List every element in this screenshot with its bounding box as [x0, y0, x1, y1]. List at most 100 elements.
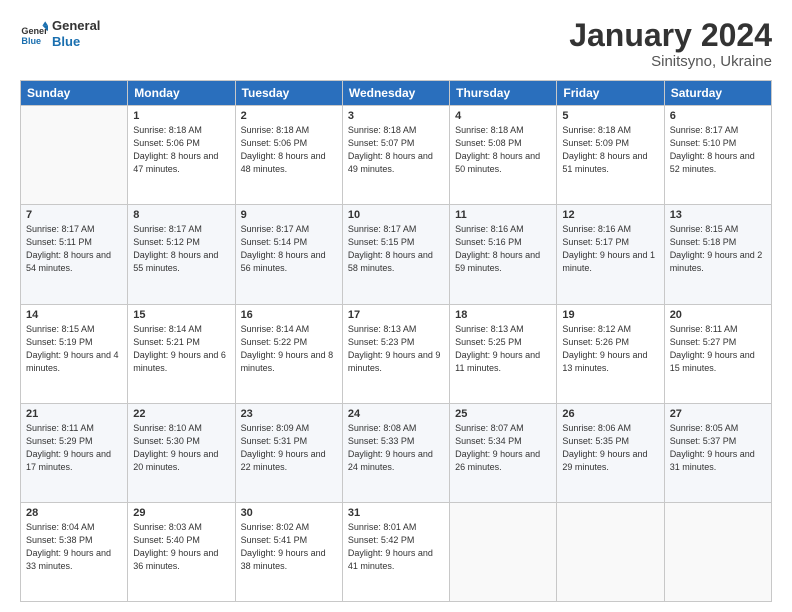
day-number: 21 [26, 408, 122, 420]
week-row-5: 28Sunrise: 8:04 AMSunset: 5:38 PMDayligh… [21, 502, 772, 601]
logo: General Blue General Blue [20, 18, 100, 49]
day-info: Sunrise: 8:02 AMSunset: 5:41 PMDaylight:… [241, 522, 326, 571]
col-header-friday: Friday [557, 81, 664, 106]
day-number: 28 [26, 507, 122, 519]
title-block: January 2024 Sinitsyno, Ukraine [569, 18, 772, 70]
calendar-cell: 22Sunrise: 8:10 AMSunset: 5:30 PMDayligh… [128, 403, 235, 502]
calendar-cell: 6 Sunrise: 8:17 AMSunset: 5:10 PMDaylight… [664, 106, 771, 205]
logo-general-text: General [52, 18, 100, 34]
day-info: Sunrise: 8:17 AMSunset: 5:10 PMDaylight:… [670, 125, 755, 174]
header: General Blue General Blue January 2024 S… [20, 18, 772, 70]
day-number: 31 [348, 507, 444, 519]
day-number: 22 [133, 408, 229, 420]
day-info: Sunrise: 8:18 AMSunset: 5:06 PMDaylight:… [133, 125, 218, 174]
calendar-cell: 23 Sunrise: 8:09 AMSunset: 5:31 PMDayligh… [235, 403, 342, 502]
day-info: Sunrise: 8:17 AMSunset: 5:15 PMDaylight:… [348, 224, 433, 273]
calendar-cell: 10 Sunrise: 8:17 AMSunset: 5:15 PMDayligh… [342, 205, 449, 304]
day-number: 16 [241, 309, 337, 321]
col-header-sunday: Sunday [21, 81, 128, 106]
day-number: 4 [455, 110, 551, 122]
day-number: 30 [241, 507, 337, 519]
day-number: 24 [348, 408, 444, 420]
day-info: Sunrise: 8:12 AMSunset: 5:26 PMDaylight:… [562, 324, 647, 373]
calendar-cell: 17Sunrise: 8:13 AMSunset: 5:23 PMDayligh… [342, 304, 449, 403]
day-info: Sunrise: 8:16 AMSunset: 5:16 PMDaylight:… [455, 224, 540, 273]
calendar-cell: 18Sunrise: 8:13 AMSunset: 5:25 PMDayligh… [450, 304, 557, 403]
calendar-cell: 1 Sunrise: 8:18 AMSunset: 5:06 PMDaylight… [128, 106, 235, 205]
day-number: 15 [133, 309, 229, 321]
day-number: 23 [241, 408, 337, 420]
day-number: 10 [348, 209, 444, 221]
week-row-3: 14Sunrise: 8:15 AMSunset: 5:19 PMDayligh… [21, 304, 772, 403]
calendar-cell: 27Sunrise: 8:05 AMSunset: 5:37 PMDayligh… [664, 403, 771, 502]
calendar-cell: 5Sunrise: 8:18 AMSunset: 5:09 PMDaylight… [557, 106, 664, 205]
calendar-cell: 31 Sunrise: 8:01 AMSunset: 5:42 PMDayligh… [342, 502, 449, 601]
day-number: 9 [241, 209, 337, 221]
calendar-cell: 8 Sunrise: 8:17 AMSunset: 5:12 PMDaylight… [128, 205, 235, 304]
calendar-cell: 9 Sunrise: 8:17 AMSunset: 5:14 PMDaylight… [235, 205, 342, 304]
day-info: Sunrise: 8:18 AMSunset: 5:08 PMDaylight:… [455, 125, 540, 174]
calendar-cell: 16 Sunrise: 8:14 AMSunset: 5:22 PMDayligh… [235, 304, 342, 403]
day-info: Sunrise: 8:16 AMSunset: 5:17 PMDaylight:… [562, 224, 655, 273]
day-number: 12 [562, 209, 658, 221]
day-info: Sunrise: 8:01 AMSunset: 5:42 PMDaylight:… [348, 522, 433, 571]
day-number: 8 [133, 209, 229, 221]
day-info: Sunrise: 8:17 AMSunset: 5:11 PMDaylight:… [26, 224, 111, 273]
day-info: Sunrise: 8:18 AMSunset: 5:07 PMDaylight:… [348, 125, 433, 174]
calendar-cell: 15 Sunrise: 8:14 AMSunset: 5:21 PMDayligh… [128, 304, 235, 403]
day-info: Sunrise: 8:11 AMSunset: 5:29 PMDaylight:… [26, 423, 111, 472]
day-info: Sunrise: 8:17 AMSunset: 5:14 PMDaylight:… [241, 224, 326, 273]
day-info: Sunrise: 8:11 AMSunset: 5:27 PMDaylight:… [670, 324, 755, 373]
calendar-cell: 7Sunrise: 8:17 AMSunset: 5:11 PMDaylight… [21, 205, 128, 304]
calendar-cell: 3Sunrise: 8:18 AMSunset: 5:07 PMDaylight… [342, 106, 449, 205]
main-title: January 2024 [569, 18, 772, 53]
svg-text:Blue: Blue [21, 35, 41, 45]
col-header-saturday: Saturday [664, 81, 771, 106]
day-number: 6 [670, 110, 766, 122]
day-info: Sunrise: 8:17 AMSunset: 5:12 PMDaylight:… [133, 224, 218, 273]
calendar-cell: 19Sunrise: 8:12 AMSunset: 5:26 PMDayligh… [557, 304, 664, 403]
day-info: Sunrise: 8:03 AMSunset: 5:40 PMDaylight:… [133, 522, 218, 571]
calendar-cell: 30 Sunrise: 8:02 AMSunset: 5:41 PMDayligh… [235, 502, 342, 601]
week-row-1: 1 Sunrise: 8:18 AMSunset: 5:06 PMDaylight… [21, 106, 772, 205]
calendar-cell: 4 Sunrise: 8:18 AMSunset: 5:08 PMDaylight… [450, 106, 557, 205]
day-info: Sunrise: 8:14 AMSunset: 5:21 PMDaylight:… [133, 324, 226, 373]
calendar-cell [664, 502, 771, 601]
day-number: 29 [133, 507, 229, 519]
calendar-cell: 14Sunrise: 8:15 AMSunset: 5:19 PMDayligh… [21, 304, 128, 403]
week-row-4: 21 Sunrise: 8:11 AMSunset: 5:29 PMDayligh… [21, 403, 772, 502]
day-info: Sunrise: 8:09 AMSunset: 5:31 PMDaylight:… [241, 423, 326, 472]
day-number: 26 [562, 408, 658, 420]
day-number: 25 [455, 408, 551, 420]
calendar-cell: 29 Sunrise: 8:03 AMSunset: 5:40 PMDayligh… [128, 502, 235, 601]
page: General Blue General Blue January 2024 S… [0, 0, 792, 612]
day-number: 20 [670, 309, 766, 321]
logo-blue-text: Blue [52, 34, 100, 50]
calendar-cell [21, 106, 128, 205]
day-info: Sunrise: 8:13 AMSunset: 5:23 PMDaylight:… [348, 324, 441, 373]
calendar-cell: 13 Sunrise: 8:15 AMSunset: 5:18 PMDayligh… [664, 205, 771, 304]
day-number: 13 [670, 209, 766, 221]
calendar-cell [450, 502, 557, 601]
calendar-cell: 24Sunrise: 8:08 AMSunset: 5:33 PMDayligh… [342, 403, 449, 502]
week-row-2: 7Sunrise: 8:17 AMSunset: 5:11 PMDaylight… [21, 205, 772, 304]
calendar-cell: 20 Sunrise: 8:11 AMSunset: 5:27 PMDayligh… [664, 304, 771, 403]
calendar-body: 1 Sunrise: 8:18 AMSunset: 5:06 PMDaylight… [21, 106, 772, 602]
logo-icon: General Blue [20, 20, 48, 48]
calendar-cell: 2Sunrise: 8:18 AMSunset: 5:06 PMDaylight… [235, 106, 342, 205]
day-number: 5 [562, 110, 658, 122]
day-number: 11 [455, 209, 551, 221]
day-number: 1 [133, 110, 229, 122]
col-header-wednesday: Wednesday [342, 81, 449, 106]
calendar-cell: 28Sunrise: 8:04 AMSunset: 5:38 PMDayligh… [21, 502, 128, 601]
day-number: 18 [455, 309, 551, 321]
calendar-cell: 12 Sunrise: 8:16 AMSunset: 5:17 PMDayligh… [557, 205, 664, 304]
day-info: Sunrise: 8:15 AMSunset: 5:18 PMDaylight:… [670, 224, 763, 273]
day-info: Sunrise: 8:14 AMSunset: 5:22 PMDaylight:… [241, 324, 334, 373]
calendar-cell [557, 502, 664, 601]
day-info: Sunrise: 8:06 AMSunset: 5:35 PMDaylight:… [562, 423, 647, 472]
col-header-monday: Monday [128, 81, 235, 106]
svg-text:General: General [21, 26, 48, 36]
day-number: 27 [670, 408, 766, 420]
col-header-tuesday: Tuesday [235, 81, 342, 106]
